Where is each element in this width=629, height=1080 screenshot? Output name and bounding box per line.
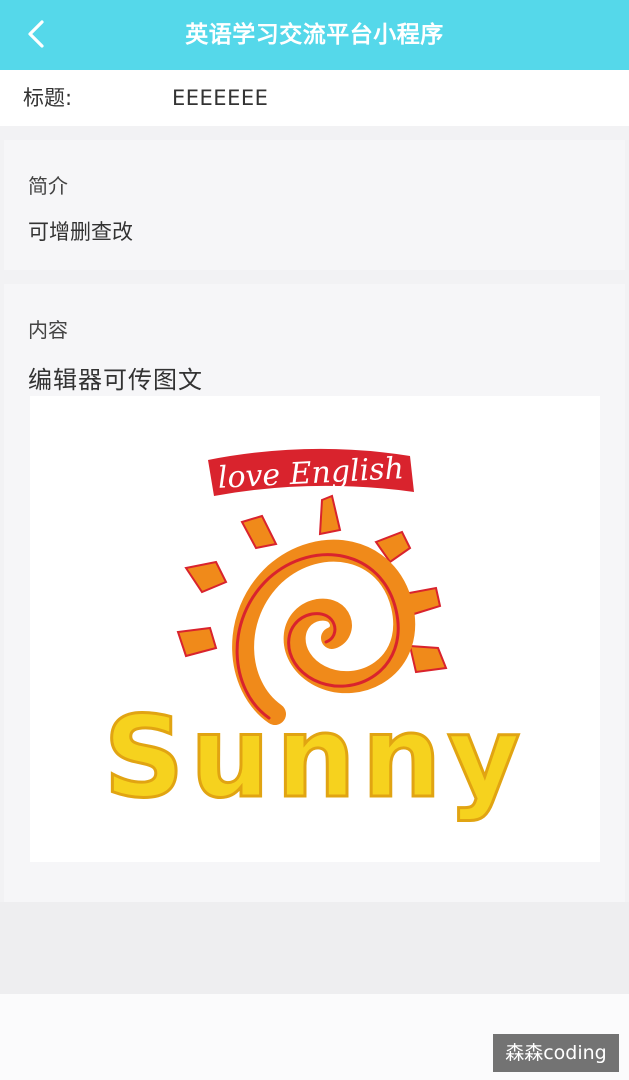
sunny-logo: love English Sunny <box>102 448 527 825</box>
content-section: 内容 编辑器可传图文 love English Sunny <box>4 284 625 902</box>
title-label: 标题: <box>23 86 73 110</box>
page-title: 英语学习交流平台小程序 <box>185 22 444 48</box>
content-label: 内容 <box>28 318 68 342</box>
navbar: 英语学习交流平台小程序 <box>0 0 629 70</box>
content-text: 编辑器可传图文 <box>28 366 203 394</box>
title-row: 标题: EEEEEEE <box>0 70 629 126</box>
content-image: love English Sunny <box>30 396 600 862</box>
summary-label: 简介 <box>28 174 68 198</box>
logo-sunny-text: Sunny <box>104 693 527 823</box>
summary-section: 简介 可增删查改 <box>4 140 625 270</box>
summary-text: 可增删查改 <box>28 220 133 244</box>
watermark: 森森coding <box>493 1034 619 1072</box>
lower-band <box>0 902 629 994</box>
title-value: EEEEEEE <box>172 86 269 110</box>
